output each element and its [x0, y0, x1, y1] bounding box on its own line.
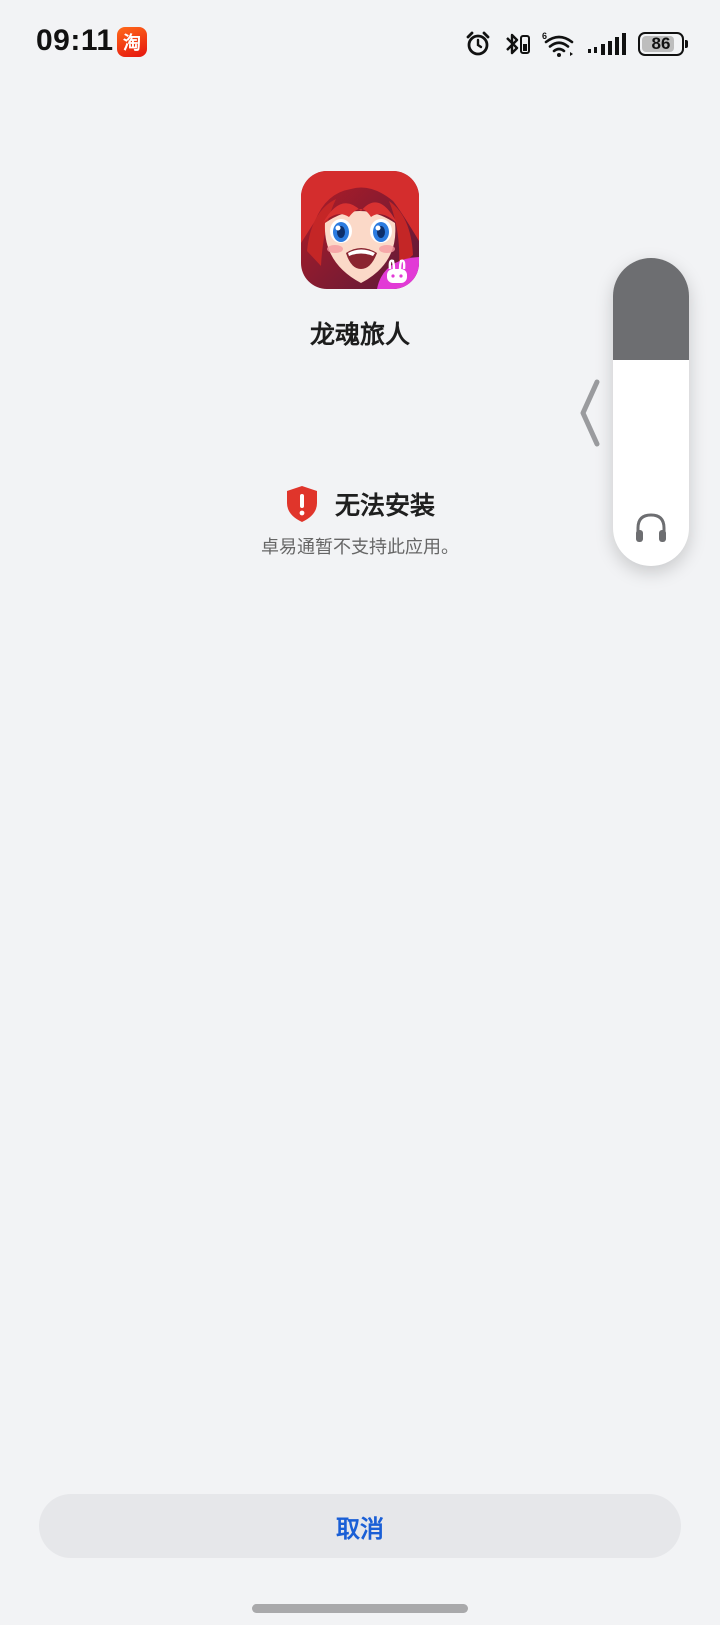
status-icons: 6 86 [464, 27, 688, 61]
install-status-description: 卓易通暂不支持此应用。 [261, 537, 459, 558]
side-panel-collapse-handle[interactable] [577, 378, 601, 448]
bluetooth-icon [506, 33, 530, 55]
wifi-icon: 6 [542, 31, 574, 57]
status-time: 09:11 [36, 24, 114, 57]
battery-icon: 86 [638, 32, 688, 56]
taobao-app-icon: 淘 [117, 27, 147, 57]
status-bar: 09:11 淘 6 86 [0, 0, 720, 90]
volume-level-fill [613, 258, 689, 360]
volume-slider-panel[interactable] [613, 258, 689, 566]
svg-text:6: 6 [542, 31, 547, 41]
install-status-title: 无法安装 [334, 491, 435, 520]
home-indicator[interactable] [252, 1604, 468, 1613]
app-icon [301, 171, 419, 289]
signal-icon [588, 33, 626, 55]
cancel-button[interactable]: 取消 [39, 1494, 681, 1558]
app-name: 龙魂旅人 [309, 320, 410, 349]
alarm-icon [466, 31, 490, 56]
shield-alert-icon [286, 486, 317, 522]
battery-level: 86 [651, 34, 671, 53]
install-status: 无法安装 [0, 485, 720, 523]
headphones-icon[interactable] [633, 510, 669, 546]
